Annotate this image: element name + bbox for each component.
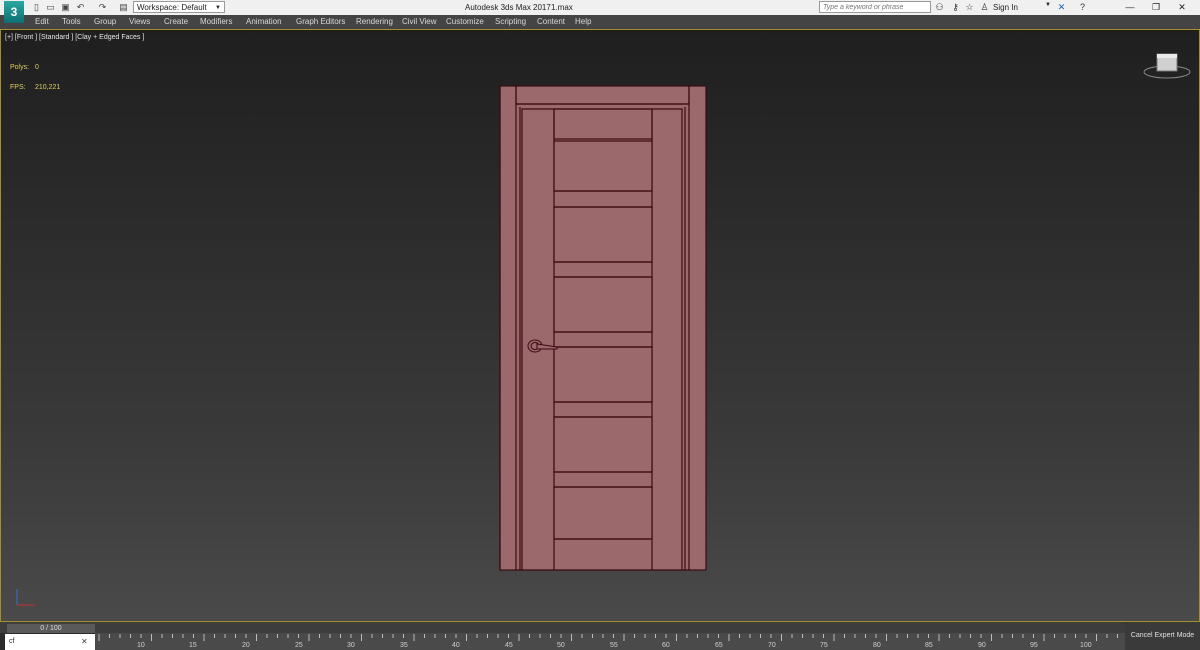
frame-slider[interactable]: 0 / 100 xyxy=(7,624,95,633)
open-file-icon[interactable]: ▭ xyxy=(45,2,56,13)
tick-label: 70 xyxy=(768,642,776,649)
help-icon[interactable]: ? xyxy=(1077,2,1088,13)
menu-item-edit[interactable]: Edit xyxy=(35,17,49,26)
title-bar: 3 ▯ ▭ ▣ ↶ ↷ ▤ Workspace: Default ▼ Autod… xyxy=(0,0,1200,23)
exchange-icon[interactable]: ✕ xyxy=(1056,2,1067,13)
tick-label: 30 xyxy=(347,642,355,649)
tick-label: 15 xyxy=(189,642,197,649)
window-title: Autodesk 3ds Max 2017 xyxy=(465,3,551,12)
door-panel xyxy=(553,140,653,192)
close-icon[interactable]: ✕ xyxy=(81,634,88,650)
menu-bar: Edit Tools Group Views Create Modifiers … xyxy=(0,15,1200,29)
tick-label: 80 xyxy=(873,642,881,649)
door-panel xyxy=(553,486,653,540)
track-bar-ruler[interactable]: 10 15 20 25 30 35 40 45 50 55 60 65 70 7… xyxy=(95,633,1125,650)
tick-label: 35 xyxy=(400,642,408,649)
viewport-label[interactable]: [+] [Front ] [Standard ] [Clay + Edged F… xyxy=(5,34,144,41)
workspace-label: Workspace: Default xyxy=(137,3,207,12)
door-header xyxy=(515,85,690,105)
user-icon[interactable]: ♙ xyxy=(979,2,990,13)
menu-item-tools[interactable]: Tools xyxy=(62,17,81,26)
menu-item-civil-view[interactable]: Civil View xyxy=(402,17,437,26)
tick-label: 100 xyxy=(1080,642,1092,649)
save-icon[interactable]: ▣ xyxy=(60,2,71,13)
new-file-icon[interactable]: ▯ xyxy=(31,2,42,13)
door-panel xyxy=(553,206,653,263)
time-slider-track[interactable] xyxy=(0,622,1200,633)
menu-item-modifiers[interactable]: Modifiers xyxy=(200,17,232,26)
maxscript-listener[interactable]: cf ✕ xyxy=(5,634,95,650)
tick-label: 95 xyxy=(1030,642,1038,649)
menu-item-animation[interactable]: Animation xyxy=(246,17,282,26)
redo-icon[interactable]: ↷ xyxy=(97,2,108,13)
tick-label: 60 xyxy=(662,642,670,649)
tick-label: 55 xyxy=(610,642,618,649)
undo-icon[interactable]: ↶ xyxy=(75,2,86,13)
door-panel xyxy=(553,276,653,333)
key-icon[interactable]: ⚷ xyxy=(950,2,961,13)
tick-label: 25 xyxy=(295,642,303,649)
chevron-down-icon: ▼ xyxy=(215,5,221,11)
menu-item-help[interactable]: Help xyxy=(575,17,591,26)
chevron-down-icon[interactable]: ▼ xyxy=(1045,2,1051,8)
workspace-dropdown[interactable]: Workspace: Default ▼ xyxy=(133,1,225,13)
tick-label: 75 xyxy=(820,642,828,649)
door-model[interactable] xyxy=(499,57,708,572)
fps-value: 210,221 xyxy=(35,84,61,91)
menu-item-graph-editors[interactable]: Graph Editors xyxy=(296,17,345,26)
door-panel xyxy=(553,416,653,473)
tick-label: 50 xyxy=(557,642,565,649)
sign-in-button[interactable]: Sign In xyxy=(993,3,1018,12)
menu-item-content[interactable]: Content xyxy=(537,17,565,26)
star-icon[interactable]: ☆ xyxy=(964,2,975,13)
viewcube-icon[interactable] xyxy=(1143,52,1191,80)
tick-label: 90 xyxy=(978,642,986,649)
door-panel xyxy=(553,346,653,403)
menu-item-customize[interactable]: Customize xyxy=(446,17,484,26)
tick-label: 45 xyxy=(505,642,513,649)
tick-label: 20 xyxy=(242,642,250,649)
fps-label: FPS: xyxy=(10,84,26,91)
tick-label: 10 xyxy=(137,642,145,649)
app-logo-icon[interactable]: 3 xyxy=(4,1,24,23)
menu-item-scripting[interactable]: Scripting xyxy=(495,17,526,26)
listener-text[interactable]: cf xyxy=(9,638,14,645)
tick-label: 65 xyxy=(715,642,723,649)
axis-tripod-icon xyxy=(16,589,35,606)
close-button[interactable]: ✕ xyxy=(1162,0,1200,15)
tick-label: 85 xyxy=(925,642,933,649)
binoculars-icon[interactable]: ⚇ xyxy=(934,2,945,13)
menu-item-rendering[interactable]: Rendering xyxy=(356,17,393,26)
menu-item-group[interactable]: Group xyxy=(94,17,116,26)
project-folder-icon[interactable]: ▤ xyxy=(118,2,129,13)
polys-value: 0 xyxy=(35,64,39,71)
window-file-name: 1.max xyxy=(551,3,573,12)
tick-label: 40 xyxy=(452,642,460,649)
search-input[interactable] xyxy=(819,1,931,13)
menu-item-create[interactable]: Create xyxy=(164,17,188,26)
cancel-expert-mode-button[interactable]: Cancel Expert Mode xyxy=(1125,622,1200,650)
menu-item-views[interactable]: Views xyxy=(129,17,150,26)
polys-label: Polys: xyxy=(10,64,30,71)
